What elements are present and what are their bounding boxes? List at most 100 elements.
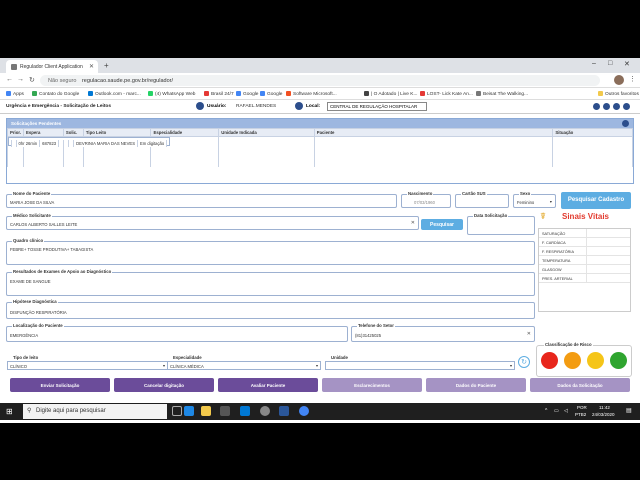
action-button[interactable]: Enviar Solicitação (10, 378, 110, 392)
column-header[interactable]: Solic. (62, 128, 84, 137)
patient-name-label: Nome do Paciente (12, 191, 52, 196)
clock-date[interactable]: 24/03/2020 (592, 412, 615, 417)
column-header[interactable]: Situação (552, 128, 633, 137)
clinical-picture-field[interactable]: FEBRE+ TOSSE PRODUTIVA+ TABAGISTA (6, 241, 535, 265)
clock-time[interactable]: 11:42 (599, 405, 610, 410)
column-header[interactable]: Unidade Indicada (218, 128, 315, 137)
edge-icon[interactable] (184, 406, 194, 416)
bed-type-value: CLÍNICO (10, 363, 27, 369)
chrome-icon[interactable] (299, 406, 309, 416)
windows-start-icon[interactable]: ⊞ (6, 407, 13, 416)
location-select[interactable]: CENTRAL DE REGULAÇÃO HOSPITALAR (327, 102, 427, 111)
column-header[interactable]: Tipo Leito (82, 128, 152, 137)
patient-location-field[interactable]: EMERGÊNCIA (6, 326, 348, 342)
notifications-icon[interactable]: ▤ (626, 407, 632, 414)
profile-avatar[interactable] (614, 75, 624, 85)
minimize-icon[interactable]: – (592, 60, 596, 67)
bookmark-item[interactable]: LOST- Lick Kate An... (420, 91, 473, 97)
logout-icon[interactable] (623, 103, 630, 110)
search-button[interactable]: Pesquisar (421, 219, 463, 230)
bookmark-item[interactable]: | O Adotado | Live K... (364, 91, 418, 97)
unit-select[interactable]: ▾ (325, 361, 515, 370)
vital-sign-row[interactable]: F. CARDÍACA (539, 238, 630, 247)
table-row[interactable]: 0hr 26min 687823 DEVRINIA MARIA DAS NEVES E… (7, 137, 171, 147)
bookmark-item[interactable]: Google (260, 91, 282, 97)
vital-sign-label: F. CARDÍACA (542, 240, 566, 245)
store-icon[interactable] (220, 406, 230, 416)
vital-sign-row[interactable]: PRES. ARTERIAL (539, 274, 630, 283)
exams-field[interactable]: EXAME DE SANGUE (6, 272, 535, 296)
risk-yellow-button[interactable] (587, 352, 604, 369)
taskbar-search-input[interactable]: ⚲ Digite aqui para pesquisar (23, 404, 167, 419)
action-button[interactable]: Dados do Paciente (426, 378, 526, 392)
new-tab-button[interactable]: + (104, 61, 109, 70)
word-icon[interactable] (279, 406, 289, 416)
bookmark-item[interactable]: Beisat The Walking... (476, 91, 528, 97)
bookmark-icon (32, 91, 37, 96)
close-window-icon[interactable]: ✕ (624, 60, 630, 68)
risk-red-button[interactable] (541, 352, 558, 369)
search-register-button[interactable]: Pesquisar Cadastro (561, 192, 631, 209)
column-header[interactable]: Espera (23, 128, 64, 137)
column-header[interactable]: Prior. (7, 128, 24, 137)
bookmark-item[interactable]: Google (236, 91, 258, 97)
action-button[interactable]: Esclarecimentos (322, 378, 422, 392)
vital-sign-row[interactable]: GLASGOW (539, 265, 630, 274)
refresh-icon[interactable] (603, 103, 610, 110)
task-view-icon[interactable] (172, 406, 182, 416)
reload-icon[interactable]: ↻ (29, 76, 35, 84)
bookmark-item[interactable]: (4) WhatsApp Web (148, 91, 195, 97)
gear-icon[interactable] (622, 120, 629, 127)
clear-phone-icon[interactable]: ✕ (527, 331, 531, 337)
diagnosis-field[interactable]: DISFUNÇÃO RESPIRATÓRIA (6, 302, 535, 319)
risk-orange-button[interactable] (564, 352, 581, 369)
network-icon[interactable]: ▭ (554, 408, 559, 414)
bookmark-item[interactable]: Brasil 24/7 (204, 91, 234, 97)
sus-card-label: Cartão SUS (461, 191, 487, 196)
help-icon[interactable] (593, 103, 600, 110)
doctor-field[interactable]: CARLOS ALBERTO SALLES LEITE ✕ (6, 216, 419, 230)
vital-sign-row[interactable]: TEMPERATURA (539, 256, 630, 265)
request-date-field[interactable] (467, 216, 535, 235)
action-button[interactable]: Cancelar digitação (114, 378, 214, 392)
action-button[interactable]: Avaliar Paciente (218, 378, 318, 392)
vital-sign-row[interactable]: F. RESPIRATÓRIA (539, 247, 630, 256)
bookmark-item[interactable]: Outros favoritos (598, 91, 639, 97)
settings-icon[interactable] (613, 103, 620, 110)
sus-card-field[interactable] (455, 194, 509, 208)
bookmark-item[interactable]: Outlook.com - marc... (88, 91, 141, 97)
windows-taskbar: ⊞ ⚲ Digite aqui para pesquisar ^ ▭ ◁ POR… (0, 403, 640, 420)
action-button[interactable]: Dados da Solicitação (530, 378, 630, 392)
refresh-units-icon[interactable]: ↻ (518, 356, 530, 368)
back-icon[interactable]: ← (6, 76, 13, 83)
phone-field[interactable]: (81)31425025 ✕ (351, 326, 535, 342)
birthdate-field[interactable]: 07/03/1960 (401, 194, 451, 208)
bookmark-item[interactable]: Apps (6, 91, 24, 97)
media-icon[interactable] (260, 406, 270, 416)
bookmark-item[interactable]: Contato do Google (32, 91, 79, 97)
volume-icon[interactable]: ◁ (564, 408, 568, 414)
keyboard-layout-label[interactable]: PTB2 (575, 412, 586, 417)
bed-type-select[interactable]: CLÍNICO ▾ (7, 361, 168, 370)
forward-icon[interactable]: → (17, 76, 24, 83)
language-label[interactable]: POR (577, 405, 587, 410)
url-input[interactable]: Não seguro regulacao.saude.pe.gov.br/reg… (40, 75, 600, 86)
specialty-select[interactable]: CLÍNICA MÉDICA ▾ (167, 361, 321, 370)
bookmark-label: Beisat The Walking... (483, 92, 529, 97)
close-tab-icon[interactable]: ✕ (89, 63, 94, 70)
tray-arrow-icon[interactable]: ^ (545, 408, 547, 414)
column-header[interactable]: Especialidade (150, 128, 220, 137)
bookmark-label: Google (243, 92, 259, 97)
vital-sign-row[interactable]: SATURAÇÃO (539, 229, 630, 238)
file-explorer-icon[interactable] (201, 406, 211, 416)
risk-green-button[interactable] (610, 352, 627, 369)
sex-select[interactable]: Feminino ▾ (513, 194, 556, 208)
clear-icon[interactable]: ✕ (411, 220, 415, 226)
menu-icon[interactable]: ⋮ (629, 75, 636, 83)
maximize-icon[interactable]: □ (608, 60, 612, 67)
column-header[interactable]: Paciente (313, 128, 554, 137)
patient-name-field[interactable]: MARIA JOSE DA SILVA (6, 194, 397, 208)
bookmark-item[interactable]: Software Microsoft... (286, 91, 337, 97)
browser-tab[interactable]: Regulador Client Application ✕ (6, 60, 98, 73)
mail-icon[interactable] (240, 406, 250, 416)
